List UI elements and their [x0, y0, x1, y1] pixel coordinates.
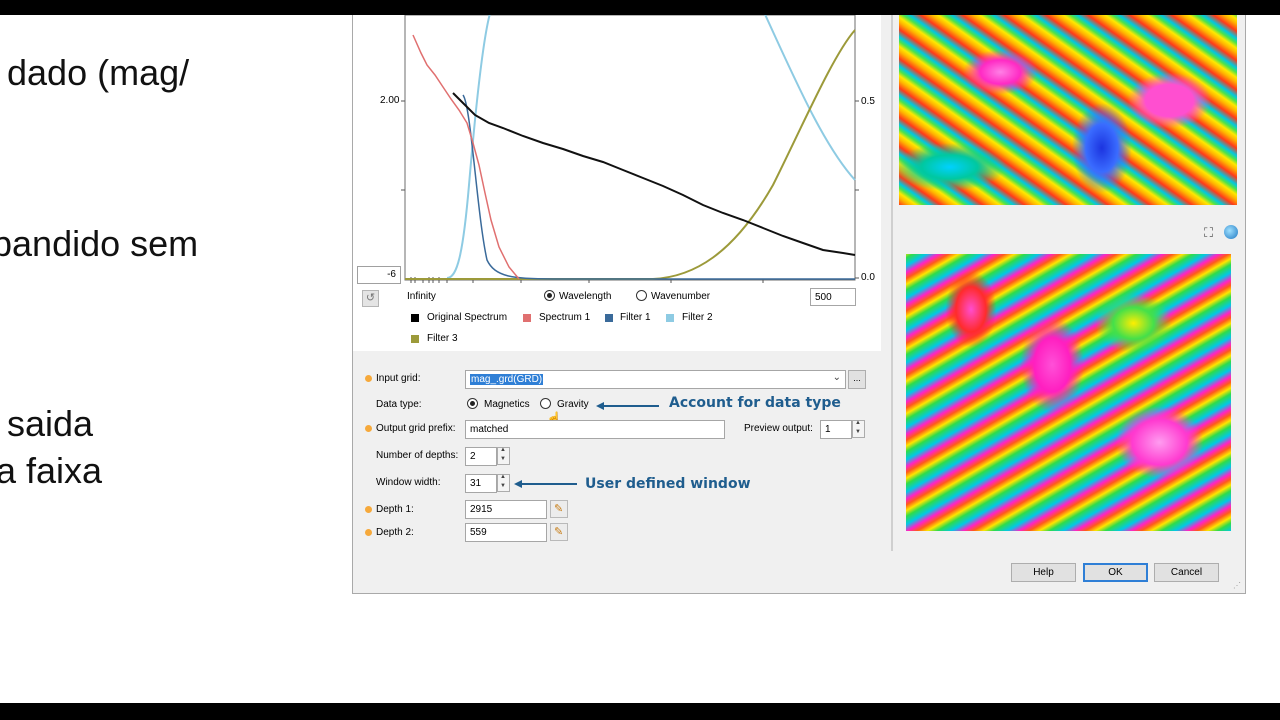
spectrum-filter-dialog: 2.00 0.5 0.0 -6 ↺ Infinity Wavelength Wa… — [352, 15, 1246, 594]
pencil-icon: ✎ — [554, 503, 564, 515]
top-letterbox-bar — [0, 0, 1280, 15]
depth-2-label: Depth 2: — [376, 527, 414, 538]
preview-output-label: Preview output: — [744, 423, 813, 434]
depth-1-input[interactable]: 2915 — [465, 500, 547, 519]
legend-swatch-filter-1 — [605, 314, 613, 322]
chart-min-value-box[interactable]: -6 — [357, 266, 401, 284]
ok-button[interactable]: OK — [1083, 563, 1148, 582]
preview-map-top[interactable] — [899, 15, 1237, 205]
gravity-radio[interactable] — [540, 398, 551, 409]
window-width-stepper[interactable] — [497, 474, 510, 492]
required-marker — [365, 529, 372, 536]
annotation-arrow-line — [521, 483, 577, 485]
zoom-region-icon[interactable]: ⛶ — [1204, 225, 1213, 241]
depth-1-label: Depth 1: — [376, 504, 414, 515]
num-depths-stepper[interactable] — [497, 447, 510, 465]
input-grid-label: Input grid: — [376, 373, 421, 384]
chevron-down-icon[interactable]: ⌄ — [833, 372, 841, 383]
input-grid-value: mag_.grd(GRD) — [470, 374, 544, 385]
preview-pane: ⛶ — [891, 15, 1245, 551]
magnetics-label: Magnetics — [484, 399, 530, 410]
preview-output-input[interactable]: 1 — [820, 420, 852, 439]
magnetics-radio[interactable] — [467, 398, 478, 409]
annotation-arrow-line — [603, 405, 659, 407]
help-button[interactable]: Help — [1011, 563, 1076, 582]
resize-grip-icon[interactable]: ⋰ — [1233, 581, 1243, 591]
legend-label-spectrum-1: Spectrum 1 — [539, 312, 591, 323]
slide-text-line-1: dado (mag/ — [7, 52, 190, 93]
legend-label-filter-3: Filter 3 — [427, 333, 458, 344]
globe-icon[interactable] — [1224, 225, 1238, 239]
x-end-value-input[interactable]: 500 — [810, 288, 856, 306]
right-ytick-label-bottom: 0.0 — [861, 272, 875, 283]
preview-map-bottom[interactable] — [906, 254, 1231, 531]
data-type-label: Data type: — [376, 399, 422, 410]
depth-2-edit-button[interactable]: ✎ — [550, 523, 568, 541]
legend-label-filter-2: Filter 2 — [682, 312, 713, 323]
depth-2-input[interactable]: 559 — [465, 523, 547, 542]
window-width-label: Window width: — [376, 477, 441, 488]
browse-button[interactable]: ... — [848, 370, 866, 389]
wavelength-label: Wavelength — [559, 291, 612, 302]
right-ytick-label-top: 0.5 — [861, 96, 875, 107]
legend-swatch-filter-2 — [666, 314, 674, 322]
slide-text-line-4: a faixa — [0, 450, 103, 491]
output-prefix-input[interactable]: matched — [465, 420, 725, 439]
window-width-input[interactable]: 31 — [465, 474, 497, 493]
wavenumber-radio[interactable] — [636, 290, 647, 301]
wavelength-radio[interactable] — [544, 290, 555, 301]
annotation-window: User defined window — [585, 476, 751, 492]
legend-label-filter-1: Filter 1 — [620, 312, 651, 323]
pencil-icon: ✎ — [554, 526, 564, 538]
slide-text-line-2: bandido sem — [0, 223, 199, 264]
wavenumber-label: Wavenumber — [651, 291, 711, 302]
reset-zoom-button[interactable]: ↺ — [362, 290, 379, 307]
legend-swatch-filter-3 — [411, 335, 419, 343]
preview-output-stepper[interactable] — [852, 420, 865, 438]
x-start-label: Infinity — [407, 291, 436, 302]
slide-text-line-3: saida — [7, 403, 94, 444]
num-depths-label: Number of depths: — [376, 450, 459, 461]
output-prefix-label: Output grid prefix: — [376, 423, 456, 434]
legend-swatch-spectrum-1 — [523, 314, 531, 322]
legend-label-original: Original Spectrum — [427, 312, 508, 323]
required-marker — [365, 425, 372, 432]
spectrum-chart-panel: 2.00 0.5 0.0 -6 ↺ Infinity Wavelength Wa… — [353, 15, 881, 351]
required-marker — [365, 506, 372, 513]
annotation-data-type: Account for data type — [669, 395, 841, 411]
bottom-letterbox-bar — [0, 703, 1280, 720]
left-ytick-label: 2.00 — [380, 95, 400, 106]
pane-divider[interactable] — [891, 15, 893, 551]
gravity-label: Gravity — [557, 399, 589, 410]
legend-swatch-original — [411, 314, 419, 322]
num-depths-input[interactable]: 2 — [465, 447, 497, 466]
input-grid-select[interactable]: mag_.grd(GRD) ⌄ — [465, 370, 846, 389]
depth-1-edit-button[interactable]: ✎ — [550, 500, 568, 518]
required-marker — [365, 375, 372, 382]
cancel-button[interactable]: Cancel — [1154, 563, 1219, 582]
